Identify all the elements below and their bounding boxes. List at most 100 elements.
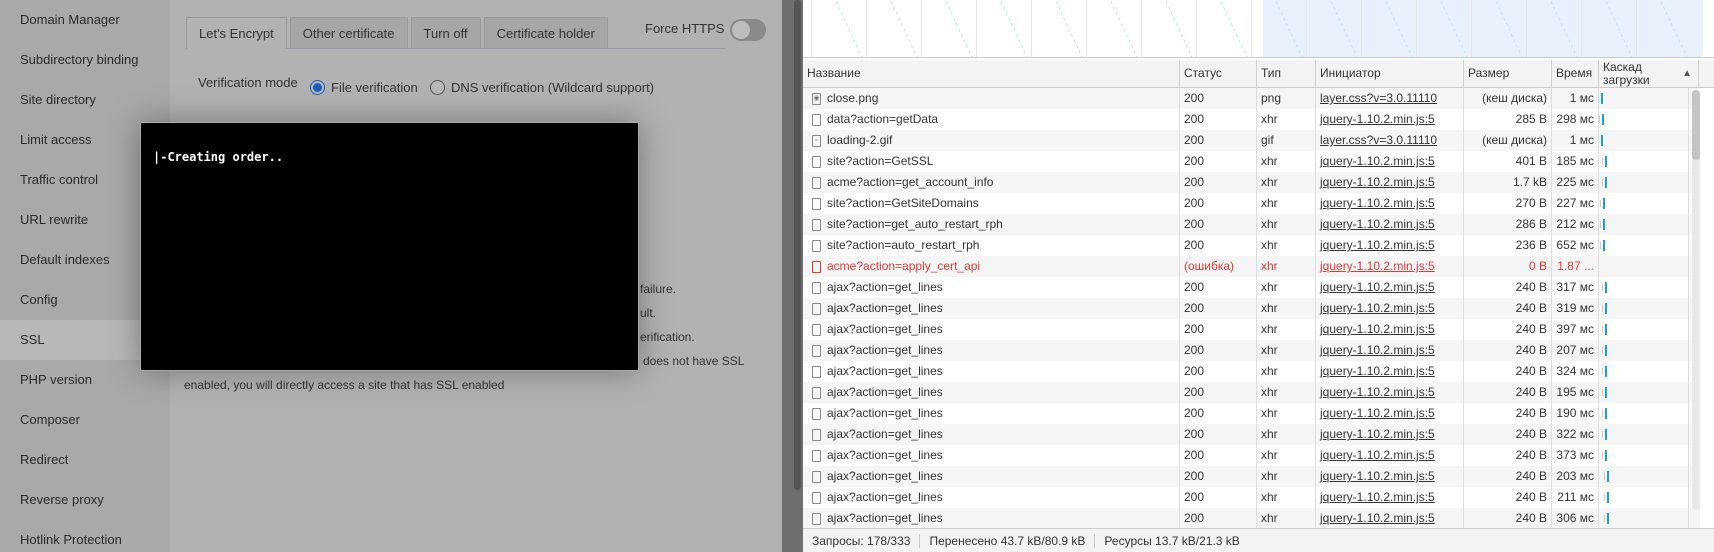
- table-row[interactable]: ajax?action=get_lines 200 xhr jquery-1.1…: [803, 508, 1700, 528]
- panel-scrollbar[interactable]: [782, 0, 803, 552]
- initiator-link[interactable]: jquery-1.10.2.min.js:5: [1320, 490, 1435, 504]
- column-time[interactable]: Время: [1552, 60, 1599, 88]
- table-row[interactable]: ◉ close.png 200 png layer.css?v=3.0.11110…: [803, 88, 1700, 109]
- initiator-link[interactable]: jquery-1.10.2.min.js:5: [1320, 301, 1435, 315]
- initiator-link[interactable]: jquery-1.10.2.min.js:5: [1320, 196, 1435, 210]
- waterfall-wait: [1602, 305, 1603, 312]
- table-row[interactable]: site?action=auto_restart_rph 200 xhr jqu…: [803, 235, 1700, 256]
- table-row[interactable]: ajax?action=get_lines 200 xhr jquery-1.1…: [803, 319, 1700, 340]
- request-type: xhr: [1257, 151, 1316, 172]
- initiator-link[interactable]: jquery-1.10.2.min.js:5: [1320, 112, 1435, 126]
- table-row[interactable]: ajax?action=get_lines 200 xhr jquery-1.1…: [803, 466, 1700, 487]
- network-overview-timeline[interactable]: [803, 0, 1714, 58]
- table-row[interactable]: site?action=GetSSL 200 xhr jquery-1.10.2…: [803, 151, 1700, 172]
- sidebar-item-hotlink-protection[interactable]: Hotlink Protection: [0, 520, 170, 552]
- column-initiator[interactable]: Инициатор: [1316, 60, 1464, 88]
- request-name-text: ajax?action=get_lines: [827, 490, 943, 504]
- force-https-toggle[interactable]: [730, 19, 766, 41]
- table-row[interactable]: site?action=get_auto_restart_rph 200 xhr…: [803, 214, 1700, 235]
- table-row[interactable]: ajax?action=get_lines 200 xhr jquery-1.1…: [803, 382, 1700, 403]
- request-waterfall: [1599, 445, 1689, 466]
- scrollbar-thumb[interactable]: [794, 0, 801, 490]
- initiator-link[interactable]: jquery-1.10.2.min.js:5: [1320, 364, 1435, 378]
- table-row[interactable]: ajax?action=get_lines 200 xhr jquery-1.1…: [803, 298, 1700, 319]
- request-name-text: ajax?action=get_lines: [827, 511, 943, 525]
- xhr-file-icon: [812, 155, 821, 168]
- table-row[interactable]: site?action=GetSiteDomains 200 xhr jquer…: [803, 193, 1700, 214]
- initiator-link[interactable]: jquery-1.10.2.min.js:5: [1320, 385, 1435, 399]
- initiator-link[interactable]: layer.css?v=3.0.11110: [1320, 133, 1437, 147]
- overview-gridline: [811, 0, 812, 57]
- tab-certificate-holder[interactable]: Certificate holder: [483, 17, 608, 48]
- table-row[interactable]: acme?action=get_account_info 200 xhr jqu…: [803, 172, 1700, 193]
- waterfall-wait: [1604, 473, 1605, 480]
- tab-turn-off[interactable]: Turn off: [410, 17, 481, 48]
- scrollbar-thumb[interactable]: [1692, 90, 1700, 160]
- sidebar-item-subdirectory-binding[interactable]: Subdirectory binding: [0, 40, 170, 80]
- waterfall-bar: [1602, 114, 1604, 125]
- column-type[interactable]: Тип: [1257, 60, 1316, 88]
- request-list-scrollbar[interactable]: [1692, 90, 1700, 510]
- overview-gridline: [866, 0, 867, 57]
- request-name-text: site?action=GetSiteDomains: [827, 196, 979, 210]
- table-row[interactable]: ajax?action=get_lines 200 xhr jquery-1.1…: [803, 403, 1700, 424]
- sidebar-item-site-directory[interactable]: Site directory: [0, 80, 170, 120]
- waterfall-wait: [1602, 158, 1603, 165]
- initiator-link[interactable]: jquery-1.10.2.min.js:5: [1320, 154, 1435, 168]
- column-status[interactable]: Статус: [1180, 60, 1257, 88]
- request-waterfall: [1599, 151, 1689, 172]
- initiator-link[interactable]: jquery-1.10.2.min.js:5: [1320, 343, 1435, 357]
- waterfall-bar: [1605, 177, 1607, 188]
- sidebar-item-domain-manager[interactable]: Domain Manager: [0, 0, 170, 40]
- initiator-link[interactable]: jquery-1.10.2.min.js:5: [1320, 238, 1435, 252]
- initiator-link[interactable]: jquery-1.10.2.min.js:5: [1320, 217, 1435, 231]
- request-time: 212 мс: [1552, 214, 1599, 235]
- request-waterfall: [1599, 235, 1689, 256]
- table-row[interactable]: ajax?action=get_lines 200 xhr jquery-1.1…: [803, 361, 1700, 382]
- tab-other-certificate[interactable]: Other certificate: [289, 17, 408, 48]
- table-row[interactable]: ajax?action=get_lines 200 xhr jquery-1.1…: [803, 487, 1700, 508]
- overview-selection[interactable]: [1263, 0, 1703, 57]
- request-name: ◉ close.png: [803, 88, 1180, 109]
- sidebar-item-reverse-proxy[interactable]: Reverse proxy: [0, 480, 170, 520]
- devtools-network-panel: Название Статус Тип Инициатор Размер Вре…: [803, 0, 1714, 552]
- waterfall-bar: [1607, 471, 1609, 482]
- column-name[interactable]: Название: [803, 60, 1180, 88]
- transferred-size: Перенесено 43.7 kB/80.9 kB: [920, 533, 1096, 548]
- waterfall-wait: [1602, 368, 1603, 375]
- initiator-link[interactable]: jquery-1.10.2.min.js:5: [1320, 406, 1435, 420]
- initiator-link[interactable]: jquery-1.10.2.min.js:5: [1320, 259, 1435, 273]
- request-name-text: ajax?action=get_lines: [827, 427, 943, 441]
- initiator-link[interactable]: jquery-1.10.2.min.js:5: [1320, 469, 1435, 483]
- initiator-link[interactable]: jquery-1.10.2.min.js:5: [1320, 322, 1435, 336]
- table-row[interactable]: ▫ loading-2.gif 200 gif layer.css?v=3.0.1…: [803, 130, 1700, 151]
- table-row-error[interactable]: acme?action=apply_cert_api (ошибка) xhr …: [803, 256, 1700, 277]
- initiator-link[interactable]: layer.css?v=3.0.11110: [1320, 91, 1437, 105]
- request-type: xhr: [1257, 361, 1316, 382]
- initiator-link[interactable]: jquery-1.10.2.min.js:5: [1320, 448, 1435, 462]
- table-row[interactable]: ajax?action=get_lines 200 xhr jquery-1.1…: [803, 277, 1700, 298]
- request-name: ajax?action=get_lines: [803, 487, 1180, 508]
- waterfall-bar: [1605, 366, 1607, 377]
- request-name: ajax?action=get_lines: [803, 466, 1180, 487]
- initiator-link[interactable]: jquery-1.10.2.min.js:5: [1320, 175, 1435, 189]
- initiator-link[interactable]: jquery-1.10.2.min.js:5: [1320, 511, 1435, 525]
- request-size: 236 B: [1464, 235, 1552, 256]
- request-type: xhr: [1257, 277, 1316, 298]
- table-row[interactable]: ajax?action=get_lines 200 xhr jquery-1.1…: [803, 445, 1700, 466]
- dns-verification-radio[interactable]: DNS verification (Wildcard support): [430, 80, 654, 95]
- request-status: 200: [1180, 277, 1257, 298]
- file-verification-radio[interactable]: File verification: [310, 80, 418, 95]
- tab-lets-encrypt[interactable]: Let's Encrypt: [186, 17, 287, 49]
- request-type: xhr: [1257, 172, 1316, 193]
- table-row[interactable]: ajax?action=get_lines 200 xhr jquery-1.1…: [803, 424, 1700, 445]
- sidebar-item-redirect[interactable]: Redirect: [0, 440, 170, 480]
- sidebar-item-composer[interactable]: Composer: [0, 400, 170, 440]
- request-name-text: ajax?action=get_lines: [827, 448, 943, 462]
- initiator-link[interactable]: jquery-1.10.2.min.js:5: [1320, 427, 1435, 441]
- initiator-link[interactable]: jquery-1.10.2.min.js:5: [1320, 280, 1435, 294]
- column-size[interactable]: Размер: [1464, 60, 1552, 88]
- table-row[interactable]: data?action=getData 200 xhr jquery-1.10.…: [803, 109, 1700, 130]
- column-waterfall[interactable]: Каскад загрузки ▲: [1599, 60, 1699, 88]
- table-row[interactable]: ajax?action=get_lines 200 xhr jquery-1.1…: [803, 340, 1700, 361]
